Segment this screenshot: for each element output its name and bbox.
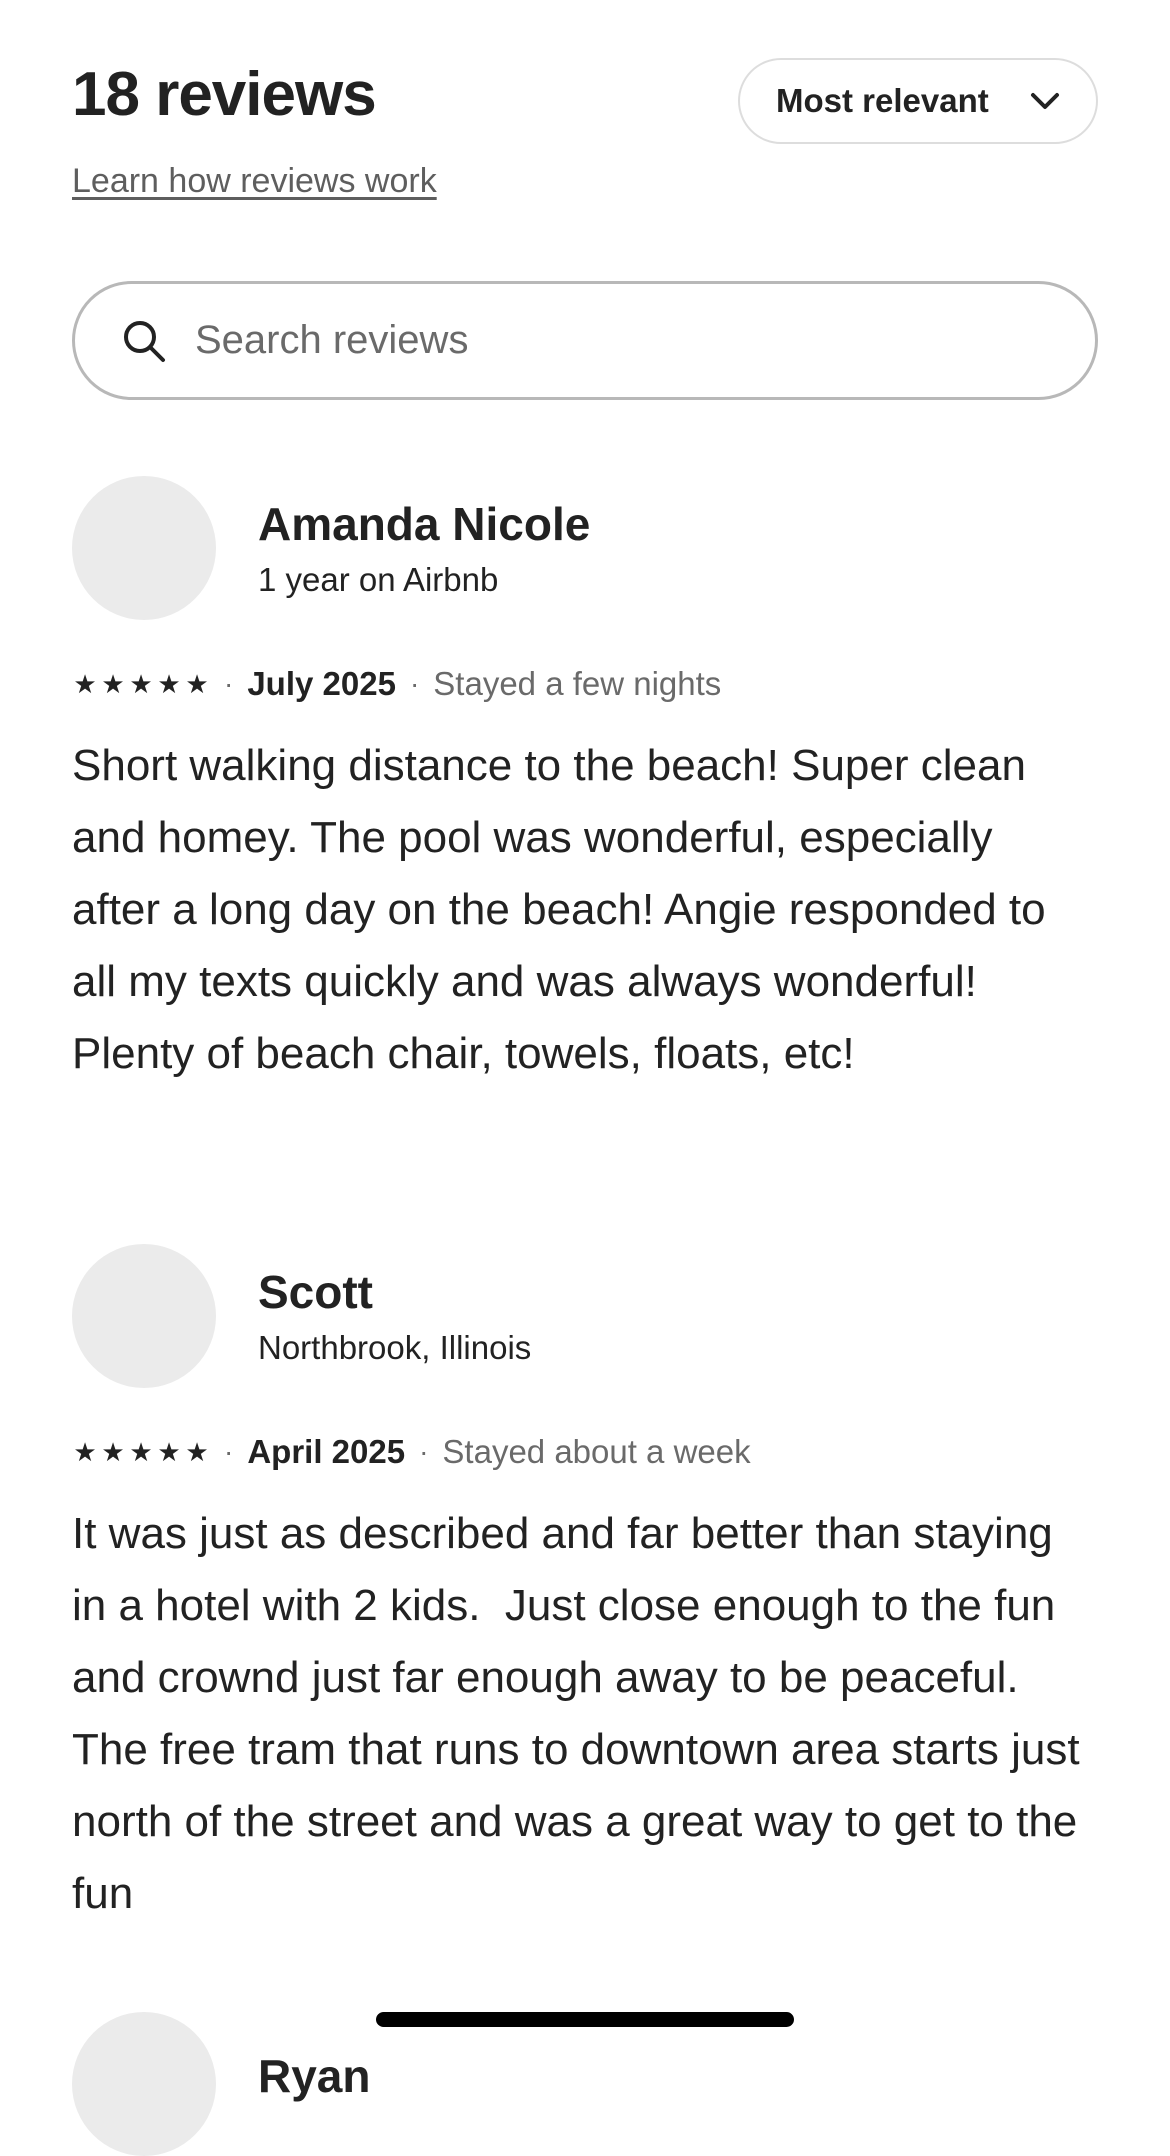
star-icon: ★ (157, 1437, 181, 1467)
stay-length: Stayed about a week (442, 1433, 751, 1470)
stay-length: Stayed a few nights (433, 665, 722, 702)
star-icon: ★ (157, 669, 181, 699)
star-icon: ★ (101, 669, 125, 699)
avatar[interactable] (72, 1244, 216, 1388)
separator-dot: · (409, 668, 420, 699)
reviewer-header: Ryan (72, 2012, 1102, 2156)
reviewer-header: Scott Northbrook, Illinois (72, 1244, 1102, 1388)
reviewer-name[interactable]: Amanda Nicole (258, 501, 590, 547)
reviewer-subtitle: 1 year on Airbnb (258, 560, 499, 598)
review-meta: ★ ★ ★ ★ ★ · July 2025 · Stayed a few nig… (72, 664, 1102, 704)
search-input[interactable] (195, 318, 1015, 363)
star-icon: ★ (129, 1437, 153, 1467)
search-icon (119, 316, 169, 366)
star-rating: ★ ★ ★ ★ ★ (72, 671, 210, 697)
reviewer-name[interactable]: Scott (258, 1269, 531, 1315)
review-date: July 2025 (247, 665, 396, 702)
star-icon: ★ (185, 669, 209, 699)
review-item: Scott Northbrook, Illinois ★ ★ ★ ★ ★ · A… (72, 1244, 1102, 1930)
sort-dropdown-button[interactable]: Most relevant (738, 58, 1098, 144)
separator-dot: · (224, 668, 234, 699)
review-item: Amanda Nicole 1 year on Airbnb ★ ★ ★ ★ ★… (72, 476, 1102, 1090)
reviewer-info: Scott Northbrook, Illinois (258, 1269, 531, 1364)
review-item: Ryan (72, 2012, 1102, 2156)
search-bar[interactable] (72, 281, 1098, 400)
reviewer-name[interactable]: Ryan (258, 2053, 370, 2099)
separator-dot: · (224, 1436, 234, 1467)
star-icon: ★ (185, 1437, 209, 1467)
star-icon: ★ (73, 669, 97, 699)
sort-label: Most relevant (776, 82, 989, 119)
separator-dot: · (419, 1436, 429, 1467)
reviews-header: 18 reviews Learn how reviews work Most r… (72, 58, 1098, 208)
avatar[interactable] (72, 476, 216, 620)
home-indicator[interactable] (376, 2012, 794, 2027)
learn-how-reviews-work-link[interactable]: Learn how reviews work (72, 164, 437, 198)
star-rating: ★ ★ ★ ★ ★ (72, 1439, 210, 1465)
star-icon: ★ (101, 1437, 125, 1467)
review-text: It was just as described and far better … (72, 1509, 1092, 1918)
chevron-down-icon (1028, 84, 1062, 118)
reviewer-info: Ryan (258, 2053, 370, 2115)
star-icon: ★ (129, 669, 153, 699)
page-title: 18 reviews (72, 60, 377, 129)
star-icon: ★ (73, 1437, 97, 1467)
avatar[interactable] (72, 2012, 216, 2156)
reviewer-info: Amanda Nicole 1 year on Airbnb (258, 501, 590, 596)
review-date: April 2025 (247, 1433, 406, 1470)
reviewer-header: Amanda Nicole 1 year on Airbnb (72, 476, 1102, 620)
reviewer-subtitle: Northbrook, Illinois (258, 1328, 532, 1366)
review-meta: ★ ★ ★ ★ ★ · April 2025 · Stayed about a … (72, 1432, 1102, 1472)
review-text: Short walking distance to the beach! Sup… (72, 741, 1058, 1078)
